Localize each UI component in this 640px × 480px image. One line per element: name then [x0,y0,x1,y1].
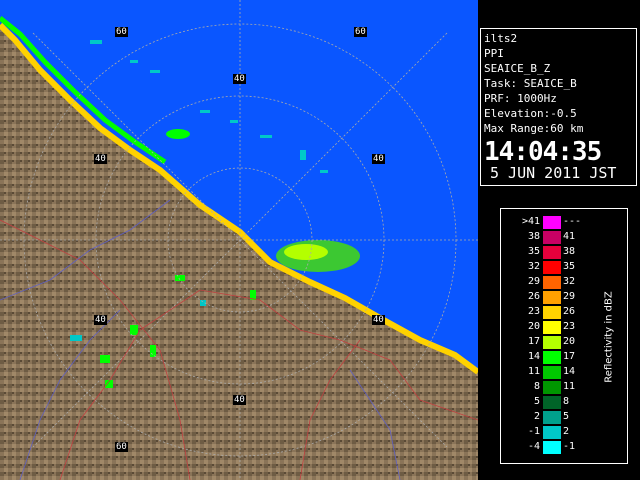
range-label: 40 [94,154,107,164]
scale-upper-value: 14 [563,366,576,377]
color-scale-row: 32 35 [505,259,595,275]
scale-color-swatch [543,246,561,259]
scale-color-swatch [543,261,561,274]
range-label: 40 [94,315,107,325]
color-scale-row: 25 [505,409,595,425]
scale-color-swatch [543,321,561,334]
color-scale-row: 38 41 [505,229,595,245]
color-scale-title: Reflectivity in dBZ [603,291,615,383]
prf-value: PRF: 1000Hz [484,92,557,105]
scale-lower-value: -4 [527,441,540,452]
scale-upper-value: 5 [563,411,570,422]
info-panel: ilts2 PPI SEAICE_B_Z Task: SEAICE_B PRF:… [480,28,637,186]
color-scale-legend: >41 --- 38 41 35 38 32 35 29 32 26 29 23 26 20 23 17 20 14… [500,208,628,464]
color-scale-row: -4 -1 [505,439,595,455]
scale-lower-value: 14 [527,351,540,362]
offshore-echo [166,129,190,139]
color-scale-row: 58 [505,394,595,410]
product-type: PPI [484,47,504,60]
scale-upper-value: -1 [563,441,576,452]
scale-upper-value: 32 [563,276,576,287]
color-scale-row: 26 29 [505,289,595,305]
scale-lower-value: 17 [527,336,540,347]
site-name: ilts2 [484,32,518,45]
scale-color-swatch [543,426,561,439]
scale-lower-value: 35 [527,246,540,257]
scale-color-swatch [543,351,561,364]
color-scale-row: 20 23 [505,319,595,335]
range-label: 60 [115,27,128,37]
range-label: 40 [233,395,246,405]
scale-color-swatch [543,381,561,394]
scale-upper-value: 20 [563,336,576,347]
scale-lower-value: 26 [527,291,540,302]
task-name: Task: SEAICE_B [484,77,577,90]
range-label: 40 [372,315,385,325]
product-name: SEAICE_B_Z [484,62,551,75]
scale-upper-value: 8 [563,396,570,407]
scale-lower-value: 23 [527,306,540,317]
scale-upper-value: 2 [563,426,570,437]
scale-upper-value: 17 [563,351,576,362]
color-scale-row: 8 11 [505,379,595,395]
scan-date: 5 JUN 2011 JST [490,164,617,182]
scale-lower-value: 5 [533,396,540,407]
range-label: 40 [233,74,246,84]
radar-map[interactable]: 60 60 40 40 40 40 40 40 60 [0,0,478,480]
scale-lower-value: 11 [527,366,540,377]
scan-time: 14:04:35 [484,137,602,167]
scale-upper-value: 41 [563,231,576,242]
scale-upper-value: 29 [563,291,576,302]
scale-upper-value: 38 [563,246,576,257]
max-range-value: Max Range:60 km [484,122,584,135]
scale-color-swatch [543,411,561,424]
scale-lower-value: 2 [533,411,540,422]
color-scale-row: 29 32 [505,274,595,290]
scale-upper-value: 11 [563,381,576,392]
scale-color-swatch [543,336,561,349]
color-scale-row: 17 20 [505,334,595,350]
color-scale-row: 11 14 [505,364,595,380]
scale-upper-value: 23 [563,321,576,332]
scale-color-swatch [543,366,561,379]
scale-color-swatch [543,276,561,289]
elevation-value: Elevation:-0.5 [484,107,577,120]
scale-lower-value: 20 [527,321,540,332]
scale-color-swatch [543,396,561,409]
scale-color-swatch [543,216,561,229]
color-scale-row: 14 17 [505,349,595,365]
scale-upper-value: --- [563,216,582,227]
scale-color-swatch [543,291,561,304]
scale-lower-value: 29 [527,276,540,287]
scale-lower-value: 38 [527,231,540,242]
range-label: 60 [354,27,367,37]
range-label: 60 [115,442,128,452]
scale-color-swatch [543,441,561,454]
scale-lower-value: 8 [533,381,540,392]
scale-lower-value: -1 [527,426,540,437]
scale-upper-value: 35 [563,261,576,272]
scale-color-swatch [543,231,561,244]
color-scale-row: 35 38 [505,244,595,260]
scale-lower-value: >41 [521,216,540,227]
scale-lower-value: 32 [527,261,540,272]
color-scale-row: 23 26 [505,304,595,320]
scale-upper-value: 26 [563,306,576,317]
color-scale-row: >41 --- [505,214,595,230]
color-scale-row: -1 2 [505,424,595,440]
range-label: 40 [372,154,385,164]
radar-ppi-image [0,0,478,480]
scale-color-swatch [543,306,561,319]
sea-ice-echo-core [284,244,328,260]
